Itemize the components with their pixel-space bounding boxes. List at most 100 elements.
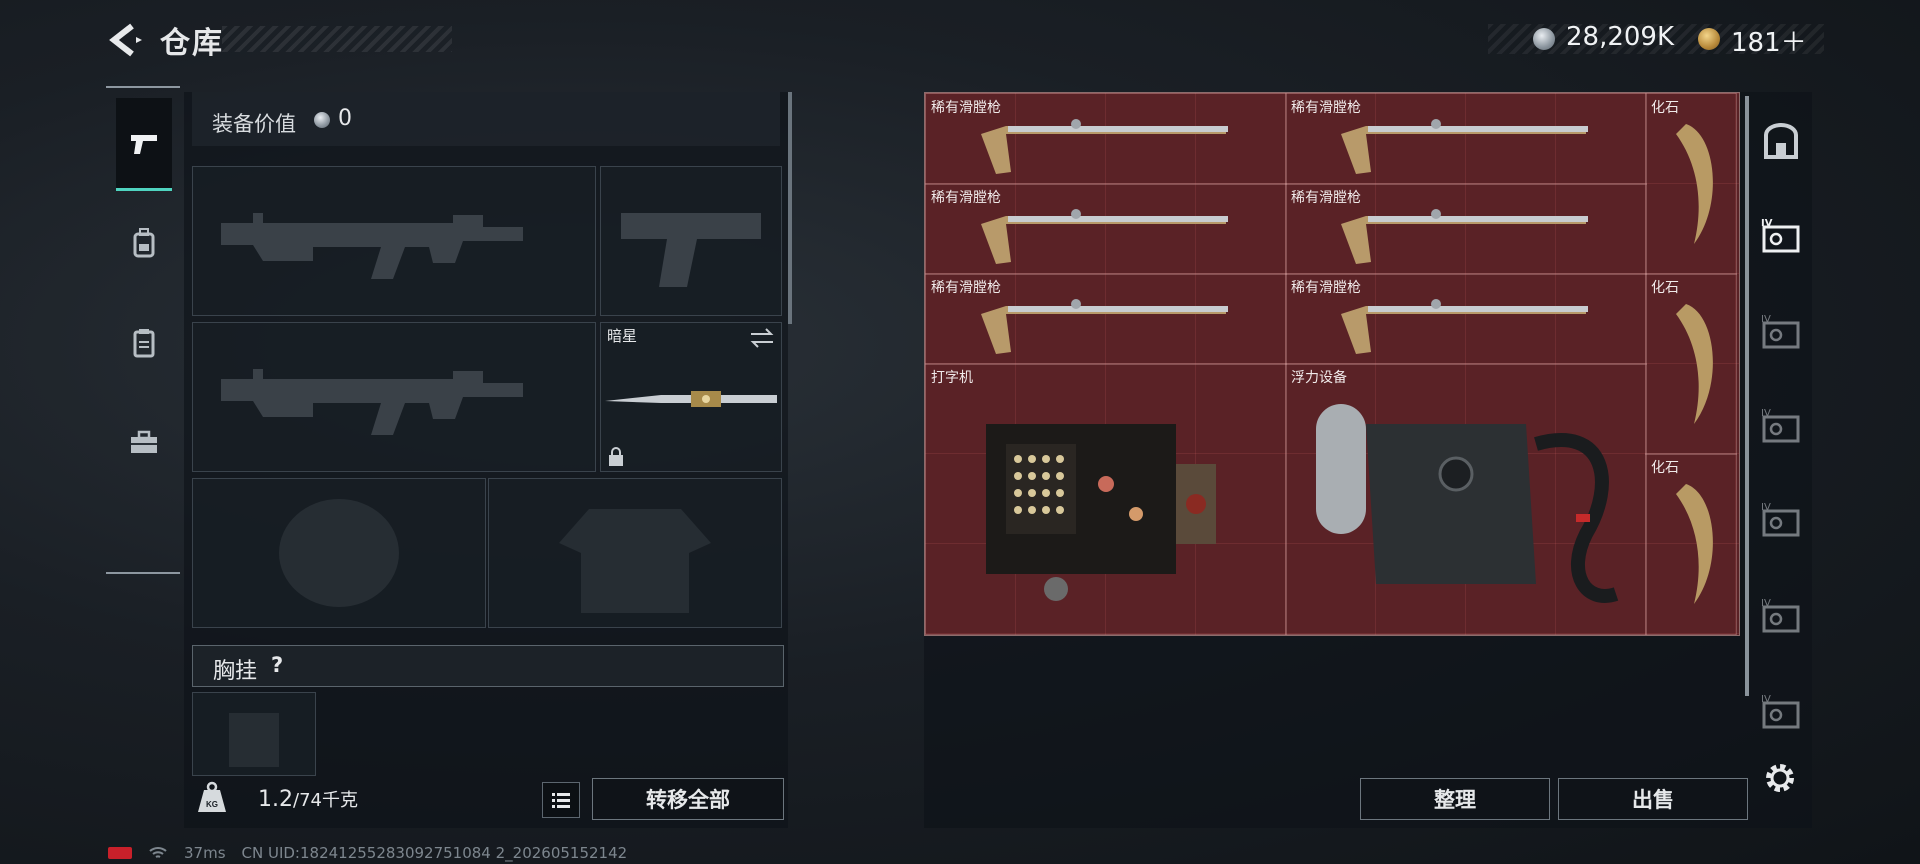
currency-silver-value: 28,209K: [1566, 22, 1675, 52]
status-bar: 37ms CN UID:18241255283092751084 2_20260…: [108, 844, 627, 862]
storage-item[interactable]: 稀有滑膛枪: [925, 273, 1287, 365]
storage-crate-icon: IV: [1761, 694, 1800, 729]
vest-icon: [133, 329, 155, 358]
back-button[interactable]: [104, 20, 144, 60]
back-arrow-icon: [109, 23, 142, 57]
transfer-all-button[interactable]: 转移全部: [592, 778, 784, 820]
currency-gold-value[interactable]: 181＋: [1731, 22, 1807, 59]
svg-text:IV: IV: [1761, 694, 1771, 705]
tab-storage-iv-1[interactable]: IV: [1752, 194, 1810, 278]
tab-storage-iv-6[interactable]: IV: [1752, 670, 1810, 754]
primary-weapon-slot[interactable]: [192, 166, 596, 316]
helmet-silhouette-icon: [279, 499, 399, 607]
title-decoration: [222, 26, 452, 52]
battery-icon: [108, 847, 132, 859]
rifle-silhouette-icon: [221, 369, 523, 435]
tab-safe-box[interactable]: [1752, 100, 1810, 184]
svg-text:IV: IV: [1761, 408, 1771, 419]
secondary-weapon-slot[interactable]: [600, 166, 782, 316]
equipment-panel: 装备价值 0 暗星 胸挂 ?: [184, 92, 788, 828]
lock-icon: [609, 447, 623, 466]
storage-item[interactable]: 化石: [1645, 273, 1737, 455]
storage-crate-icon: IV: [1761, 218, 1800, 253]
storage-item[interactable]: 打字机: [925, 363, 1287, 635]
tab-storage-iv-5[interactable]: IV: [1752, 574, 1810, 658]
equipment-value: 0: [338, 106, 352, 131]
chest-rig-label: 胸挂: [213, 659, 258, 684]
pistol-silhouette-icon: [621, 213, 761, 287]
help-icon[interactable]: ?: [271, 653, 283, 677]
helmet-slot[interactable]: [192, 478, 486, 628]
primary-weapon-slot-2[interactable]: [192, 322, 596, 472]
storage-item[interactable]: 稀有滑膛枪: [1285, 273, 1647, 365]
tab-weapons[interactable]: [116, 98, 172, 191]
svg-text:KG: KG: [206, 800, 218, 809]
tab-storage-iv-4[interactable]: IV: [1752, 478, 1810, 562]
tab-armor[interactable]: [116, 298, 172, 388]
svg-text:IV: IV: [1761, 218, 1773, 229]
page-title: 仓库: [160, 26, 224, 61]
storage-item[interactable]: 稀有滑膛枪: [925, 183, 1287, 275]
equipment-value-header: 装备价值 0: [192, 92, 780, 146]
buoyancy-device-icon: [1316, 404, 1619, 603]
settings-gear-icon[interactable]: [1762, 760, 1798, 796]
tab-backpack[interactable]: [116, 198, 172, 288]
storage-item[interactable]: 化石: [1645, 453, 1737, 635]
storage-crate-icon: IV: [1761, 408, 1800, 443]
backpack-icon: [133, 228, 155, 258]
weight-icon: KG: [198, 781, 226, 812]
musket-icon: [981, 209, 1228, 264]
tab-storage-iv-2[interactable]: IV: [1752, 290, 1810, 374]
equipment-value-label: 装备价值: [212, 112, 296, 136]
toolbox-icon: [131, 430, 157, 453]
storage-item[interactable]: 浮力设备: [1285, 363, 1647, 635]
knife-icon: [605, 391, 777, 407]
chest-rig-slot[interactable]: [192, 692, 316, 776]
safe-icon: [1764, 123, 1798, 159]
weight-max: /74千克: [293, 790, 358, 811]
musket-icon: [981, 299, 1228, 354]
melee-weapon-name: 暗星: [607, 327, 638, 345]
fossil-claw-icon: [1676, 484, 1713, 604]
storage-crate-icon: IV: [1761, 502, 1800, 537]
vest-silhouette-icon: [559, 509, 711, 613]
equipment-scrollbar[interactable]: [788, 92, 792, 324]
storage-item[interactable]: 化石: [1645, 93, 1737, 275]
storage-item[interactable]: 稀有滑膛枪: [925, 93, 1287, 185]
ping-value: 37ms: [184, 844, 226, 862]
storage-crate-icon: IV: [1761, 314, 1800, 349]
armor-slot[interactable]: [488, 478, 782, 628]
chest-rig-silhouette-icon: [229, 713, 279, 767]
storage-item[interactable]: 稀有滑膛枪: [1285, 93, 1647, 185]
melee-weapon-slot[interactable]: 暗星: [600, 322, 782, 472]
storage-scrollbar[interactable]: [1745, 96, 1749, 696]
tab-storage-iv-3[interactable]: IV: [1752, 384, 1810, 468]
fossil-claw-icon: [1676, 304, 1713, 424]
pistol-icon: [131, 135, 157, 154]
storage-crate-icon: IV: [1761, 598, 1800, 633]
list-icon: [552, 793, 570, 808]
silver-coin-icon: [314, 112, 330, 128]
silver-coin-icon: [1533, 28, 1555, 50]
typewriter-icon: [986, 424, 1216, 601]
swap-icon[interactable]: [749, 327, 775, 349]
weight-display: 1.2/74千克: [258, 786, 358, 812]
tab-toolbox[interactable]: [116, 398, 172, 488]
equipment-tab-column: [106, 86, 180, 574]
rifle-silhouette-icon: [221, 213, 523, 279]
sort-button[interactable]: 整理: [1360, 778, 1550, 820]
storage-panel: 稀有滑膛枪 稀有滑膛枪 化石 稀有滑膛枪 稀有滑膛枪 稀有滑膛枪 稀有滑膛枪 化…: [924, 92, 1812, 828]
storage-grid: 稀有滑膛枪 稀有滑膛枪 化石 稀有滑膛枪 稀有滑膛枪 稀有滑膛枪 稀有滑膛枪 化…: [924, 92, 1740, 636]
gold-coin-icon: [1698, 28, 1720, 50]
musket-icon: [981, 119, 1228, 174]
svg-text:IV: IV: [1761, 598, 1771, 609]
svg-text:IV: IV: [1761, 502, 1771, 513]
weight-current: 1.2: [258, 787, 293, 812]
musket-icon: [1341, 119, 1588, 174]
fossil-claw-icon: [1676, 124, 1713, 244]
sell-button[interactable]: 出售: [1558, 778, 1748, 820]
storage-item[interactable]: 稀有滑膛枪: [1285, 183, 1647, 275]
list-view-button[interactable]: [542, 782, 580, 818]
svg-text:IV: IV: [1761, 314, 1771, 325]
chest-rig-header: 胸挂 ?: [192, 645, 784, 687]
